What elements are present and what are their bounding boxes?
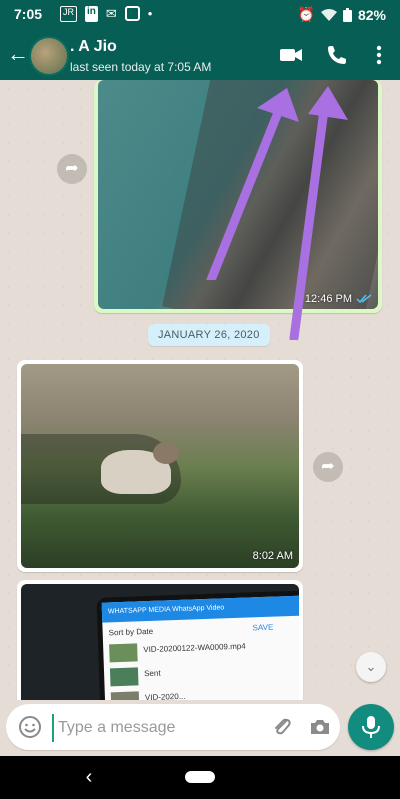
wifi-icon bbox=[320, 8, 337, 21]
message-meta: 12:46 PM bbox=[305, 293, 372, 305]
preview-toolbar: WHATSAPP MEDIA WhatsApp Video bbox=[101, 595, 299, 623]
system-nav-bar: ‹ bbox=[0, 756, 400, 799]
message-time: 8:02 AM bbox=[252, 550, 293, 562]
linkedin-icon: in bbox=[85, 6, 98, 22]
battery-percent: 82% bbox=[357, 6, 386, 23]
date-chip: JANUARY 26, 2020 bbox=[148, 324, 270, 346]
battery-icon bbox=[342, 7, 352, 22]
forward-icon[interactable]: ➦ bbox=[57, 154, 87, 184]
scroll-to-bottom-button[interactable]: ⌄ bbox=[356, 652, 386, 682]
message-meta: 8:02 AM bbox=[253, 550, 293, 562]
preview-file: VID-2020... bbox=[144, 691, 186, 700]
image-message[interactable]: WHATSAPP MEDIA WhatsApp Video Sort by Da… bbox=[21, 584, 299, 700]
image-message[interactable] bbox=[98, 80, 378, 309]
image-message[interactable] bbox=[21, 364, 299, 568]
nav-home-pill[interactable] bbox=[185, 771, 215, 783]
jio-icon: JR bbox=[60, 6, 77, 22]
video-call-icon[interactable] bbox=[278, 42, 304, 68]
mic-icon bbox=[362, 716, 380, 738]
double-chevron-down-icon: ⌄ bbox=[365, 659, 377, 674]
instagram-icon bbox=[124, 6, 140, 21]
message-input-container[interactable] bbox=[6, 704, 340, 750]
back-arrow-icon[interactable]: ← bbox=[6, 42, 30, 66]
status-time: 7:05 bbox=[14, 6, 43, 22]
chat-header: ← . A Jio last seen today at 7:05 AM bbox=[0, 30, 400, 80]
chat-area[interactable]: 12:46 PM ➦ JANUARY 26, 2020 8:02 AM ➦ WH… bbox=[0, 80, 400, 700]
preview-sort: Sort by Date bbox=[108, 626, 154, 638]
camera-icon[interactable] bbox=[308, 715, 332, 739]
last-seen-status: last seen today at 7:05 AM bbox=[70, 60, 212, 74]
phone-screenshot-preview: WHATSAPP MEDIA WhatsApp Video Sort by Da… bbox=[96, 590, 299, 700]
message-bubble-incoming[interactable]: 8:02 AM bbox=[17, 360, 303, 572]
attach-icon[interactable] bbox=[270, 715, 294, 739]
status-right: ⏰ 82% bbox=[298, 6, 386, 23]
mail-icon: ✉ bbox=[105, 6, 117, 21]
alarm-icon: ⏰ bbox=[297, 6, 315, 22]
avatar[interactable] bbox=[29, 36, 69, 76]
dot-icon: • bbox=[147, 6, 153, 21]
read-receipt-icon bbox=[356, 294, 372, 304]
preview-file: Sent bbox=[143, 668, 161, 679]
preview-save: SAVE bbox=[252, 622, 274, 633]
message-bubble-incoming[interactable]: WHATSAPP MEDIA WhatsApp Video Sort by Da… bbox=[17, 580, 303, 700]
message-bubble-outgoing[interactable]: 12:46 PM bbox=[94, 80, 382, 313]
preview-file: VID-20200122-WA0009.mp4 bbox=[143, 641, 246, 655]
forward-icon[interactable]: ➦ bbox=[313, 452, 343, 482]
message-time: 12:46 PM bbox=[304, 293, 352, 305]
more-vert-icon[interactable] bbox=[366, 42, 392, 68]
contact-name[interactable]: . A Jio bbox=[70, 38, 117, 56]
mic-button[interactable] bbox=[348, 704, 394, 750]
notification-icons: JR in ✉ • bbox=[60, 6, 152, 22]
status-bar: 7:05 JR in ✉ • ⏰ 82% bbox=[0, 0, 400, 30]
message-composer bbox=[0, 700, 400, 756]
emoji-icon[interactable] bbox=[18, 715, 42, 739]
message-input[interactable] bbox=[52, 714, 270, 742]
nav-back-icon[interactable]: ‹ bbox=[78, 766, 100, 788]
voice-call-icon[interactable] bbox=[324, 42, 350, 68]
